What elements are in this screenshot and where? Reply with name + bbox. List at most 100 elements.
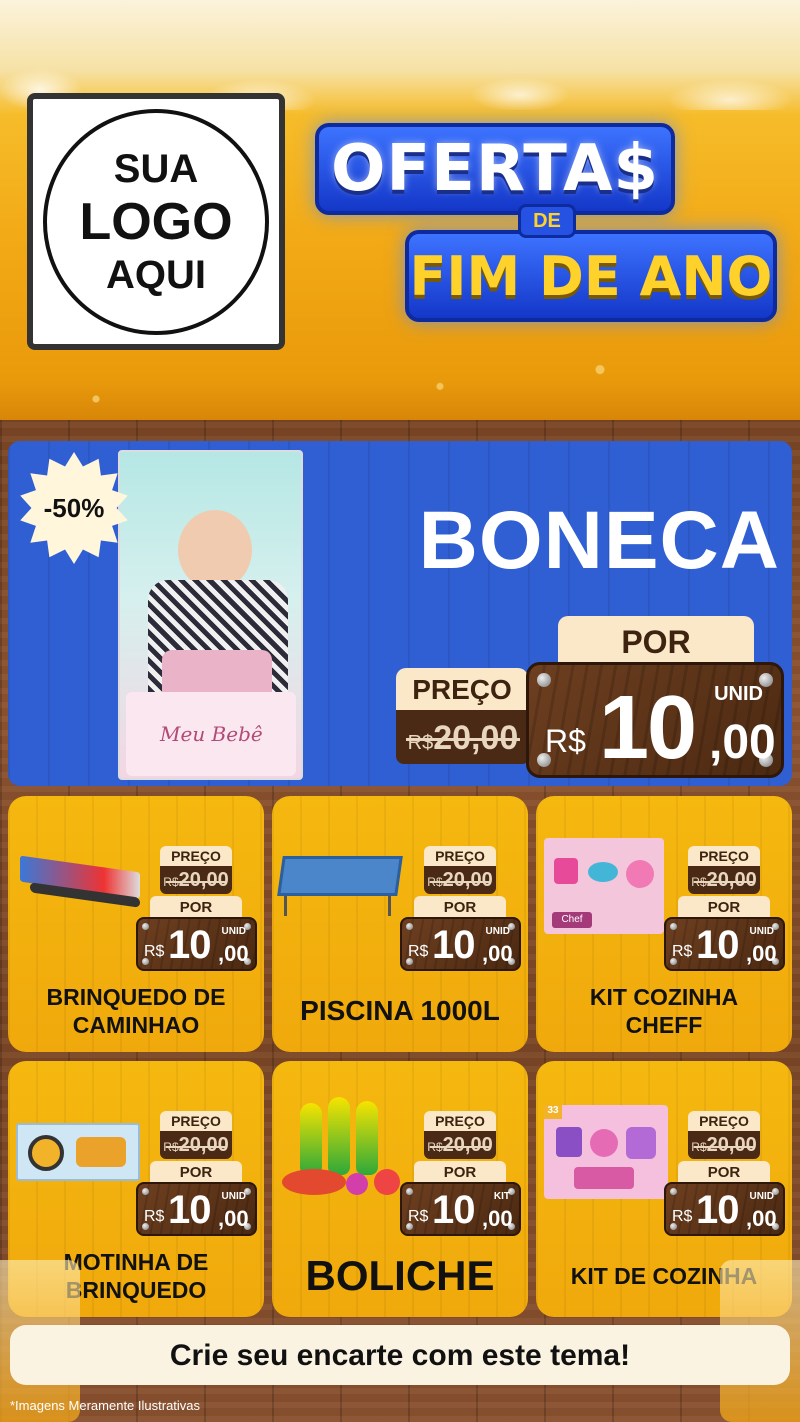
new-price: UNID R$ 10 ,00: [136, 1182, 257, 1236]
new-price: UNID R$ 10 ,00: [400, 917, 521, 971]
rivet-icon: [406, 923, 413, 930]
kitchen-kit-image: Chef: [544, 838, 664, 934]
promo-title: OFERTA$ DE FIM DE ANO: [310, 118, 780, 328]
new-price-decimal: ,00: [482, 941, 513, 966]
new-price-integer: 10: [432, 1188, 475, 1232]
header-banner: SUA LOGO AQUI OFERTA$ DE FIM DE ANO: [0, 0, 800, 420]
kitchen-kit-image: 33: [544, 1105, 668, 1199]
new-price: KIT R$ 10 ,00: [400, 1182, 521, 1236]
title-de: DE: [518, 204, 576, 238]
old-price-value: 20,00: [178, 1134, 229, 1156]
new-price-decimal: ,00: [218, 941, 249, 966]
old-price-value: 20,00: [706, 1134, 757, 1156]
new-price-currency: R$: [545, 723, 586, 759]
product-card[interactable]: PREÇOR$20,00POR UNID R$10 ,00 BRINQUEDO DE C…: [8, 796, 264, 1052]
strikethrough-line: [694, 1146, 754, 1148]
new-price-currency: R$: [672, 943, 693, 960]
old-price-value: 20,00: [442, 1134, 493, 1156]
price-unit: UNID: [221, 926, 246, 937]
por-label: POR: [150, 1161, 242, 1183]
featured-por-label: POR: [558, 616, 754, 666]
cta-button[interactable]: Crie seu encarte com este tema!: [10, 1325, 790, 1385]
old-price-value: 20,00: [442, 869, 493, 891]
por-label: POR: [414, 1161, 506, 1183]
new-price-currency: R$: [408, 1208, 429, 1225]
new-price-currency: R$: [672, 1208, 693, 1225]
motorbike-toy-image: [16, 1123, 140, 1181]
new-price-integer: 10: [432, 923, 475, 967]
old-price-value: 20,00: [706, 869, 757, 891]
new-price: UNID R$ 10 ,00: [136, 917, 257, 971]
price-unit: UNID: [485, 926, 510, 937]
new-price-currency: R$: [408, 943, 429, 960]
old-price: R$20,00: [688, 866, 760, 894]
pool-image: [277, 856, 403, 916]
old-price-value: 20,00: [178, 869, 229, 891]
doll-product-image: Meu Bebê: [118, 450, 303, 780]
title-top-plate: OFERTA$: [315, 123, 675, 215]
price-unit: UNID: [749, 926, 774, 937]
rivet-icon: [537, 673, 551, 687]
new-price-currency: R$: [144, 1208, 165, 1225]
preco-label: PREÇO: [688, 846, 760, 866]
old-price-currency: R$: [407, 732, 434, 754]
preco-label: PREÇO: [160, 1111, 232, 1131]
new-price-integer: 10: [168, 923, 211, 967]
product-card[interactable]: Chef PREÇOR$20,00POR UNID R$10 ,00 KIT COZINH…: [536, 796, 792, 1052]
logo-line-3: AQUI: [106, 252, 206, 297]
preco-label: PREÇO: [160, 846, 232, 866]
featured-product-name: BONECA: [418, 495, 780, 586]
new-price: UNID R$ 10 ,00: [664, 1182, 785, 1236]
new-price-integer: 10: [696, 923, 739, 967]
disclaimer-text: *Imagens Meramente Ilustrativas: [10, 1398, 201, 1413]
doll-box-brand: Meu Bebê: [160, 722, 263, 746]
logo-line-2: LOGO: [79, 192, 233, 251]
rivet-icon: [670, 923, 677, 930]
featured-preco-label: PREÇO: [396, 668, 528, 712]
strikethrough-line: [430, 881, 490, 883]
rivet-icon: [670, 1188, 677, 1195]
por-label: POR: [678, 896, 770, 918]
title-bottom-plate: FIM DE ANO: [405, 230, 777, 322]
product-name: BRINQUEDO DE CAMINHAO: [46, 984, 226, 1038]
title-bottom-text: FIM DE ANO: [409, 244, 773, 308]
price-unit: UNID: [221, 1191, 246, 1202]
logo-circle: SUA LOGO AQUI: [43, 108, 269, 335]
product-card[interactable]: PREÇOR$20,00POR KIT R$10 ,00 BOLICHE: [272, 1061, 528, 1317]
por-label: POR: [414, 896, 506, 918]
featured-old-price: R$20,00: [396, 710, 530, 764]
new-price-integer: 10: [696, 1188, 739, 1232]
logo-placeholder[interactable]: SUA LOGO AQUI: [27, 93, 285, 350]
product-name: KIT COZINHA CHEFF: [589, 984, 739, 1038]
old-price: R$20,00: [424, 866, 496, 894]
strikethrough-line: [166, 1146, 226, 1148]
title-top-text: OFERTA$: [331, 132, 659, 206]
strikethrough-line: [166, 881, 226, 883]
price-unit: UNID: [749, 1191, 774, 1202]
new-price-integer: 10: [599, 678, 697, 778]
new-price-decimal: ,00: [709, 716, 776, 769]
old-price: R$20,00: [160, 866, 232, 894]
discount-badge-text: -50%: [43, 492, 105, 523]
old-price: R$20,00: [424, 1131, 496, 1159]
featured-new-price: UNID R$ 10 ,00: [526, 662, 784, 778]
new-price-integer: 10: [168, 1188, 211, 1232]
logo-line-1: SUA: [113, 146, 199, 191]
price-unit: UNID: [714, 683, 763, 705]
doll-head: [178, 510, 252, 590]
price-unit: KIT: [493, 1191, 510, 1202]
new-price: UNID R$ 10 ,00: [664, 917, 785, 971]
new-price-decimal: ,00: [482, 1206, 513, 1231]
product-card[interactable]: PREÇOR$20,00POR UNID R$10 ,00 PISCINA 1000L: [272, 796, 528, 1052]
truck-toy-image: [20, 855, 145, 911]
new-price-decimal: ,00: [746, 941, 777, 966]
rivet-icon: [406, 1188, 413, 1195]
por-label: POR: [150, 896, 242, 918]
bowling-set-image: [278, 1095, 408, 1207]
old-price: R$20,00: [688, 1131, 760, 1159]
rivet-icon: [142, 923, 149, 930]
product-name: PISCINA 1000L: [300, 995, 500, 1026]
strikethrough-line: [694, 881, 754, 883]
old-price: R$20,00: [160, 1131, 232, 1159]
preco-label: PREÇO: [688, 1111, 760, 1131]
